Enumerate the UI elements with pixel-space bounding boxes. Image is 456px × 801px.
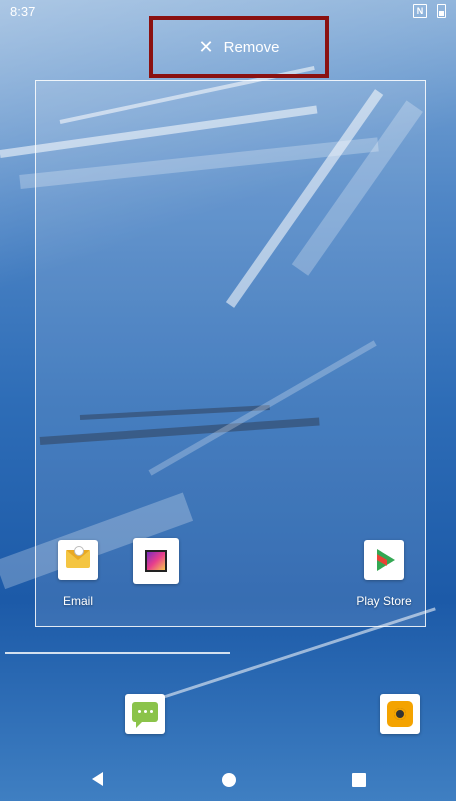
play-store-icon bbox=[364, 540, 404, 580]
navigation-bar bbox=[0, 757, 456, 801]
app-email[interactable]: Email bbox=[38, 540, 118, 608]
messages-icon bbox=[125, 694, 165, 734]
app-label: Email bbox=[62, 594, 93, 608]
email-icon bbox=[58, 540, 98, 580]
battery-icon bbox=[437, 4, 446, 18]
recents-icon[interactable] bbox=[352, 773, 366, 787]
dock-music[interactable] bbox=[360, 694, 440, 734]
nfc-icon: N bbox=[413, 4, 427, 18]
home-icon[interactable] bbox=[222, 773, 236, 787]
dock-messages[interactable] bbox=[105, 694, 185, 734]
dock-divider bbox=[5, 652, 230, 654]
remove-drop-target[interactable]: ✕ Remove bbox=[149, 16, 329, 78]
status-icons: N bbox=[413, 4, 446, 18]
status-time: 8:37 bbox=[10, 4, 36, 19]
music-icon bbox=[380, 694, 420, 734]
close-icon: ✕ bbox=[198, 37, 214, 57]
app-label: Play Store bbox=[356, 594, 412, 608]
app-play-store[interactable]: Play Store bbox=[344, 540, 424, 608]
back-icon[interactable] bbox=[92, 772, 103, 786]
app-gallery[interactable] bbox=[116, 538, 196, 598]
remove-label: Remove bbox=[223, 38, 280, 56]
gallery-icon bbox=[133, 538, 179, 584]
